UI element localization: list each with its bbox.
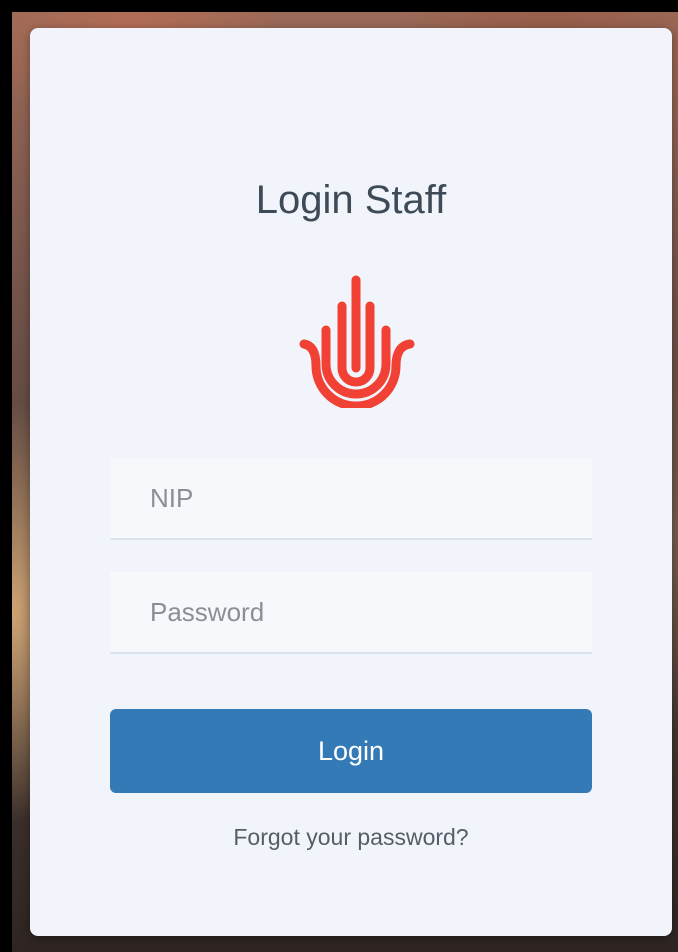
login-button[interactable]: Login <box>110 709 592 793</box>
login-card: Login Staff Login Forgot your password? <box>30 28 672 936</box>
page-title: Login Staff <box>255 178 447 222</box>
window-top-border <box>0 0 678 12</box>
password-input[interactable] <box>110 572 592 654</box>
nip-input[interactable] <box>110 458 592 540</box>
raised-hand-icon <box>299 275 415 408</box>
window-left-border <box>0 0 12 952</box>
forgot-password-link[interactable]: Forgot your password? <box>30 824 672 851</box>
